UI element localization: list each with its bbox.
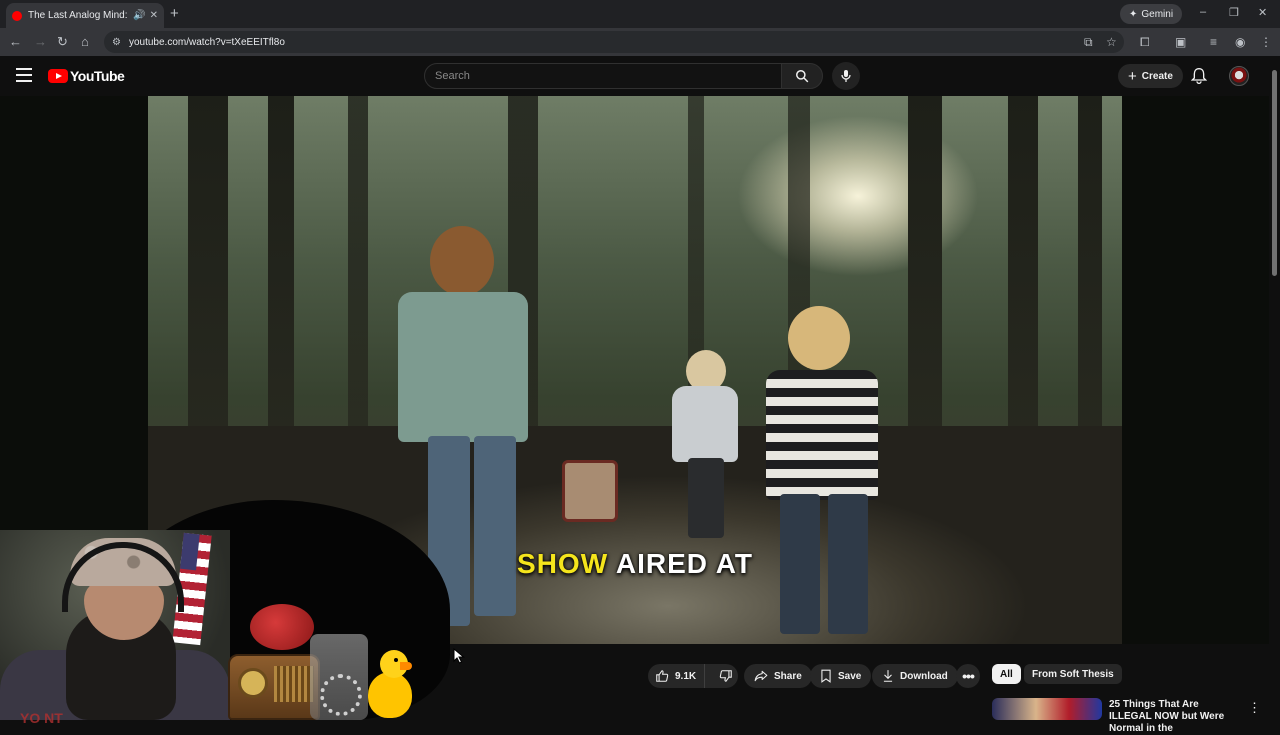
like-button[interactable]: 9.1K — [648, 664, 706, 688]
streamer-webcam-overlay: YO NT — [0, 500, 470, 726]
new-tab-button[interactable]: + — [170, 5, 179, 22]
speaker-icon[interactable]: 🔊 — [133, 10, 145, 21]
search-input[interactable] — [424, 63, 782, 89]
radio-grill — [274, 666, 314, 702]
youtube-header: YouTube + Create — [0, 56, 1280, 96]
caption-text: AIRED AT — [615, 548, 753, 579]
address-bar[interactable]: ⚙ youtube.com/watch?v=tXeEEITfl8o — [104, 31, 1124, 53]
reload-icon[interactable]: ↻ — [57, 34, 68, 50]
gemini-label: Gemini — [1141, 8, 1174, 20]
chip-from-soft-thesis[interactable]: From Soft Thesis — [1024, 664, 1122, 684]
install-app-icon[interactable]: ⧉ — [1084, 35, 1093, 50]
share-label: Share — [774, 670, 802, 682]
recommendation-menu-icon[interactable]: ⋮ — [1248, 700, 1261, 716]
chip-all[interactable]: All — [992, 664, 1021, 684]
download-label: Download — [900, 670, 948, 682]
bookmark-icon — [821, 669, 831, 683]
youtube-logo[interactable]: YouTube — [48, 68, 125, 84]
youtube-favicon-icon — [12, 10, 22, 21]
microphone-icon — [841, 70, 851, 82]
bookmark-star-icon[interactable]: ☆ — [1106, 35, 1117, 49]
back-icon[interactable]: ← — [9, 34, 22, 49]
home-icon[interactable]: ⌂ — [81, 34, 89, 49]
sparkle-icon: ✦ — [1129, 8, 1138, 20]
download-button[interactable]: Download — [872, 664, 958, 688]
profile-icon[interactable]: ◉ — [1235, 35, 1245, 49]
voice-search-button[interactable] — [832, 62, 860, 90]
radio-dial — [238, 668, 268, 698]
rubber-duck-image — [368, 650, 412, 720]
search-button[interactable] — [781, 63, 823, 89]
vintage-radio-image — [228, 654, 320, 720]
browser-tab[interactable]: The Last Analog Mind: A Pa 🔊 ✕ — [6, 3, 164, 28]
dislike-button[interactable] — [711, 664, 733, 688]
account-avatar[interactable] — [1229, 66, 1249, 86]
more-horizontal-icon: ••• — [962, 668, 975, 684]
site-info-icon[interactable]: ⚙ — [112, 37, 121, 48]
save-button[interactable]: Save — [810, 664, 872, 688]
thumbs-down-icon — [719, 670, 732, 682]
child-head — [430, 226, 494, 296]
decorative-cap-image — [250, 604, 314, 650]
more-actions-button[interactable]: ••• — [956, 664, 980, 688]
scrollbar-thumb[interactable] — [1272, 70, 1277, 276]
download-icon — [883, 670, 893, 682]
thumbs-up-icon — [656, 670, 669, 682]
side-panel-icon[interactable]: ▣ — [1175, 35, 1186, 49]
caption-highlight-word: SHOW — [517, 548, 609, 579]
restore-button[interactable]: ❐ — [1229, 6, 1239, 19]
plus-icon: + — [1128, 67, 1137, 85]
create-button[interactable]: + Create — [1118, 64, 1183, 88]
notifications-bell-icon[interactable] — [1191, 67, 1207, 85]
page-scrollbar[interactable] — [1269, 56, 1280, 720]
child-leg — [474, 436, 516, 616]
url-text: youtube.com/watch?v=tXeEEITfl8o — [128, 36, 285, 48]
share-icon — [754, 670, 768, 682]
like-count: 9.1K — [675, 670, 697, 682]
forward-icon[interactable]: → — [34, 34, 47, 49]
youtube-logo-text: YouTube — [70, 68, 125, 84]
browser-tab-bar: The Last Analog Mind: A Pa 🔊 ✕ + ✦ Gemin… — [0, 0, 1280, 28]
search-icon — [796, 70, 809, 83]
media-controls-icon[interactable]: ≡ — [1210, 35, 1217, 49]
save-label: Save — [838, 670, 862, 682]
child-shirt — [398, 292, 528, 442]
lunchbox-image — [562, 460, 618, 522]
extensions-icon[interactable]: ⧠ — [1140, 35, 1150, 50]
shirt-text: YO NT — [20, 710, 63, 726]
create-label: Create — [1141, 70, 1173, 82]
close-tab-icon[interactable]: ✕ — [150, 10, 158, 21]
browser-menu-icon[interactable]: ⋮ — [1260, 35, 1272, 49]
hamburger-menu-icon[interactable] — [16, 68, 32, 82]
tab-title: The Last Analog Mind: A Pa — [28, 10, 129, 21]
close-window-button[interactable]: ✕ — [1258, 6, 1267, 19]
gemini-button[interactable]: ✦ Gemini — [1120, 4, 1183, 24]
child-head — [788, 306, 850, 370]
child-shirt — [672, 386, 738, 462]
browser-toolbar: ← → ↻ ⌂ ⚙ youtube.com/watch?v=tXeEEITfl8… — [0, 28, 1280, 56]
youtube-play-icon — [48, 69, 68, 83]
share-button[interactable]: Share — [744, 664, 812, 688]
recommendation-thumbnail[interactable] — [992, 698, 1102, 720]
mouse-cursor-icon — [453, 648, 465, 664]
child-leg — [688, 458, 724, 538]
child-shirt — [766, 370, 878, 500]
recommendation-title[interactable]: 25 Things That Are ILLEGAL NOW but Were … — [1109, 699, 1239, 735]
gear-jar-image — [310, 634, 368, 720]
like-dislike-group: 9.1K — [648, 664, 738, 688]
minimize-button[interactable]: – — [1200, 6, 1206, 18]
